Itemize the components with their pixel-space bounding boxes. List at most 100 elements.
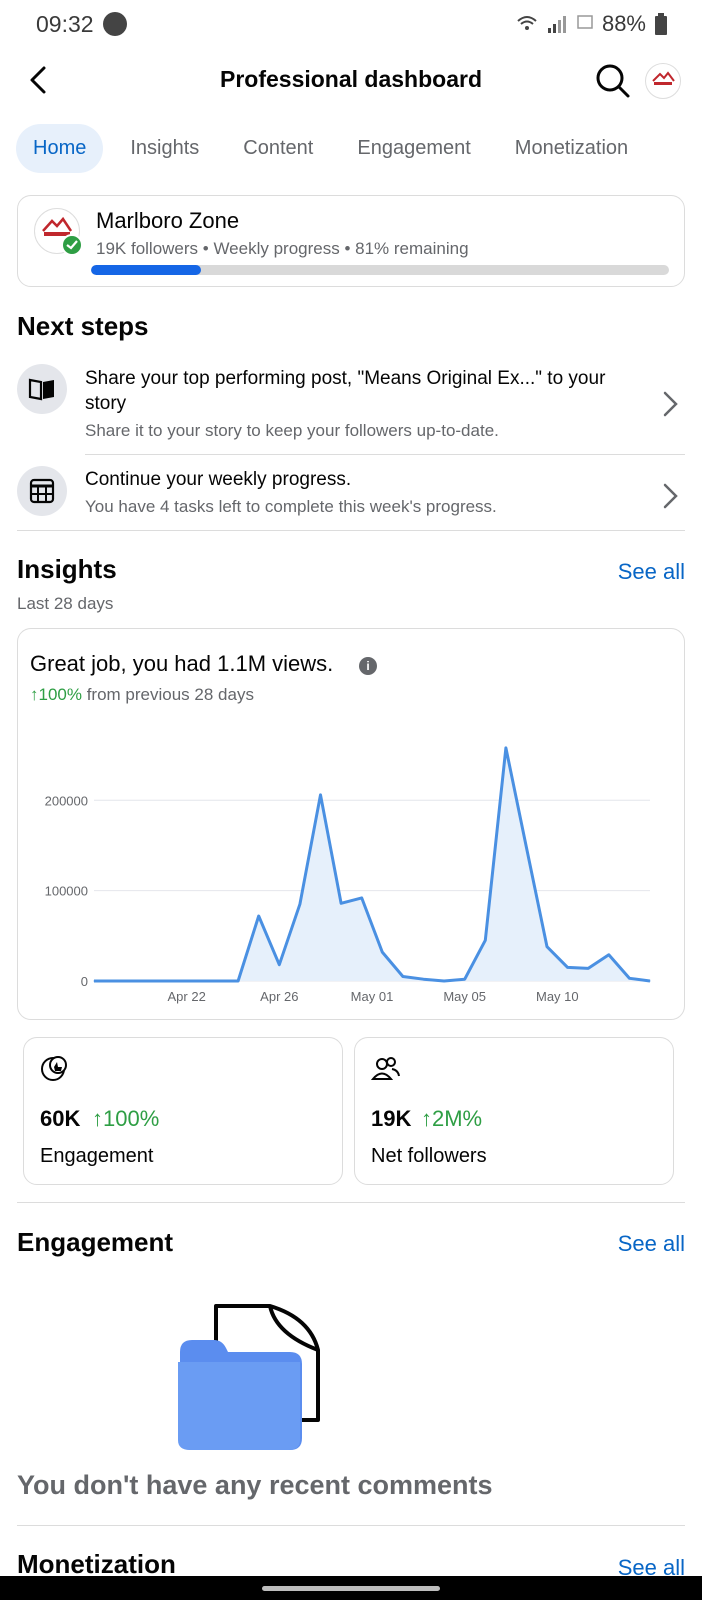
chart-point <box>567 966 569 968</box>
chart-point <box>484 939 486 941</box>
profile-card[interactable]: Marlboro Zone 19K followers • Weekly pro… <box>17 195 685 287</box>
stat-label: Net followers <box>371 1145 487 1167</box>
chart-point <box>649 980 651 982</box>
net-followers-stat-card[interactable]: 19K ↑2M% Net followers <box>354 1037 674 1185</box>
status-icons: 88% <box>516 11 668 37</box>
chart-area-fill <box>94 747 650 981</box>
next-step-weekly-progress[interactable]: Continue your weekly progress. You have … <box>17 466 685 526</box>
chart-point <box>114 980 116 982</box>
engagement-stat-card[interactable]: 60K ↑100% Engagement <box>23 1037 343 1185</box>
chart-point <box>196 980 198 982</box>
views-chart: 0 100000 200000 Apr 22 Apr 26 May 01 May 05 May… <box>45 746 651 1004</box>
chart-x-tick-label: May 05 <box>443 989 486 1004</box>
chart-point <box>505 747 507 749</box>
chart-x-tick-label: May 10 <box>536 989 579 1004</box>
chart-point <box>381 951 383 953</box>
chart-point <box>608 954 610 956</box>
search-icon[interactable] <box>594 62 632 100</box>
chart-x-tick-label: Apr 22 <box>168 989 206 1004</box>
views-change: ↑100% from previous 28 days <box>30 685 254 705</box>
chevron-right-icon <box>663 483 678 509</box>
chart-point <box>134 980 136 982</box>
no-comments-message: You don't have any recent comments <box>17 1470 493 1500</box>
page-name: Marlboro Zone <box>96 208 240 233</box>
chart-point <box>93 980 95 982</box>
chart-point <box>525 846 527 848</box>
views-headline: Great job, you had 1.1M views. <box>30 651 334 676</box>
chart-point <box>237 980 239 982</box>
stat-change: ↑2M% <box>421 1106 483 1131</box>
chart-point <box>278 964 280 966</box>
top-bar: Professional dashboard <box>0 52 702 108</box>
next-step-share-post[interactable]: Share your top performing post, "Means O… <box>17 364 685 444</box>
views-change-value: ↑100% <box>30 685 82 704</box>
tab-bar: Home Insights Content Engagement Monetiz… <box>16 122 645 174</box>
tab-home[interactable]: Home <box>16 123 104 173</box>
engagement-title: Engagement <box>17 1227 174 1257</box>
stat-change: ↑100% <box>92 1106 160 1131</box>
chart-point <box>258 915 260 917</box>
stat-label: Engagement <box>40 1145 154 1167</box>
followers-icon <box>371 1057 400 1080</box>
step-title: Continue your weekly progress. <box>85 469 352 490</box>
verified-check-icon <box>61 234 83 256</box>
chart-x-tick-label: Apr 26 <box>260 989 298 1004</box>
insights-title: Insights <box>17 554 117 584</box>
battery-icon <box>655 13 667 35</box>
next-steps-title: Next steps <box>17 311 149 341</box>
chart-point <box>628 977 630 979</box>
page-meta: 19K followers • Weekly progress • 81% re… <box>96 239 469 258</box>
chevron-right-icon <box>663 391 678 417</box>
chart-point <box>155 980 157 982</box>
divider <box>17 1525 685 1526</box>
divider <box>85 454 685 455</box>
chart-point <box>546 946 548 948</box>
chart-point <box>320 794 322 796</box>
stat-value: 19K <box>371 1106 412 1131</box>
weekly-progress-bar <box>91 265 669 275</box>
chart-point <box>299 903 301 905</box>
brand-logo-icon <box>652 71 675 85</box>
insights-see-all-link[interactable]: See all <box>618 559 685 585</box>
divider <box>17 1202 685 1203</box>
chart-point <box>443 980 445 982</box>
chart-y-tick-label: 100000 <box>45 884 88 899</box>
clock-icon <box>103 12 127 36</box>
empty-folder-icon <box>178 1304 320 1450</box>
signal-icon <box>547 16 566 33</box>
chart-point <box>175 980 177 982</box>
chart-x-tick-label: May 01 <box>351 989 394 1004</box>
chart-point <box>217 980 219 982</box>
tab-insights[interactable]: Insights <box>113 124 216 173</box>
status-time: 09:32 <box>36 11 94 37</box>
wifi-icon <box>517 16 537 30</box>
step-subtitle: Share it to your story to keep your foll… <box>85 421 499 440</box>
step-icon-bg <box>17 466 67 516</box>
chart-point <box>340 902 342 904</box>
info-icon[interactable]: i <box>359 657 377 675</box>
chart-point <box>464 978 466 980</box>
home-gesture-handle[interactable] <box>262 1586 440 1591</box>
engagement-see-all-link[interactable]: See all <box>618 1231 685 1257</box>
step-subtitle: You have 4 tasks left to complete this w… <box>85 497 497 516</box>
views-change-suffix: from previous 28 days <box>81 685 254 704</box>
stat-value: 60K <box>40 1106 81 1131</box>
chart-y-tick-label: 0 <box>81 974 88 989</box>
chart-y-tick-label: 200000 <box>45 793 88 808</box>
profile-avatar[interactable] <box>645 63 681 99</box>
chart-point <box>587 967 589 969</box>
calendar-icon <box>29 478 55 504</box>
step-icon-bg <box>17 364 67 414</box>
chart-point <box>402 975 404 977</box>
tab-engagement[interactable]: Engagement <box>340 124 487 173</box>
weekly-progress-fill <box>91 265 201 275</box>
chart-point <box>422 978 424 980</box>
status-bar: 09:32 88% <box>0 0 702 50</box>
tab-monetization[interactable]: Monetization <box>498 124 645 173</box>
book-icon <box>28 378 54 401</box>
tab-content[interactable]: Content <box>226 124 330 173</box>
step-title: Share your top performing post, "Means O… <box>85 368 606 414</box>
views-card[interactable]: Great job, you had 1.1M views. i ↑100% f… <box>17 628 685 1020</box>
system-nav-bar <box>0 1576 702 1600</box>
chart-point <box>361 897 363 899</box>
